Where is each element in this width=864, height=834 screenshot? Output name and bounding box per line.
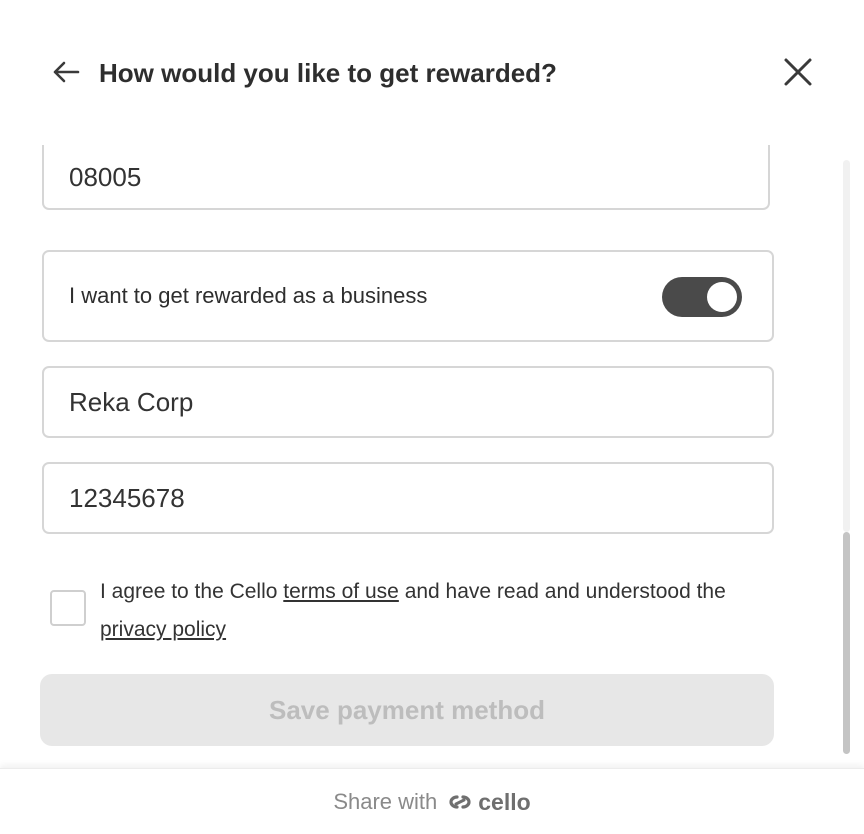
tax-id-field[interactable]: 12345678 <box>42 462 774 534</box>
business-toggle[interactable] <box>662 277 742 317</box>
page-title: How would you like to get rewarded? <box>99 58 557 88</box>
cello-logo-icon <box>449 795 471 809</box>
tax-id-value: 12345678 <box>69 482 185 513</box>
scrollbar-track[interactable] <box>843 160 850 532</box>
business-toggle-label: I want to get rewarded as a business <box>69 283 428 308</box>
agree-prefix: I agree to the Cello <box>100 580 278 603</box>
privacy-policy-link[interactable]: privacy policy <box>100 618 226 641</box>
company-name-field[interactable]: Reka Corp <box>42 366 774 438</box>
terms-of-use-link[interactable]: terms of use <box>283 580 399 603</box>
toggle-knob <box>707 282 737 312</box>
close-button[interactable] <box>780 54 816 90</box>
footer: Share with cello <box>0 768 864 834</box>
agree-text: I agree to the Cello terms of use and ha… <box>100 573 770 649</box>
save-payment-method-button[interactable]: Save payment method <box>40 674 774 746</box>
share-with-label: Share with <box>333 789 438 814</box>
agree-checkbox[interactable] <box>50 590 86 626</box>
scrollbar-thumb[interactable] <box>843 532 850 754</box>
zip-code-value: 08005 <box>69 162 142 192</box>
business-toggle-row: I want to get rewarded as a business <box>42 250 774 342</box>
reward-modal: How would you like to get rewarded? 0800… <box>0 0 864 834</box>
zip-code-field[interactable]: 08005 <box>42 145 770 210</box>
cello-brand[interactable]: cello <box>447 788 531 816</box>
company-name-value: Reka Corp <box>69 386 194 417</box>
brand-name: cello <box>478 788 531 815</box>
agree-middle: and have read and understood the <box>404 580 726 603</box>
arrow-left-icon <box>53 61 80 83</box>
back-button[interactable] <box>50 58 82 86</box>
modal-header: How would you like to get rewarded? <box>0 0 864 145</box>
form-scroll-area[interactable]: 08005 I want to get rewarded as a busine… <box>0 145 864 765</box>
close-icon <box>784 58 812 86</box>
